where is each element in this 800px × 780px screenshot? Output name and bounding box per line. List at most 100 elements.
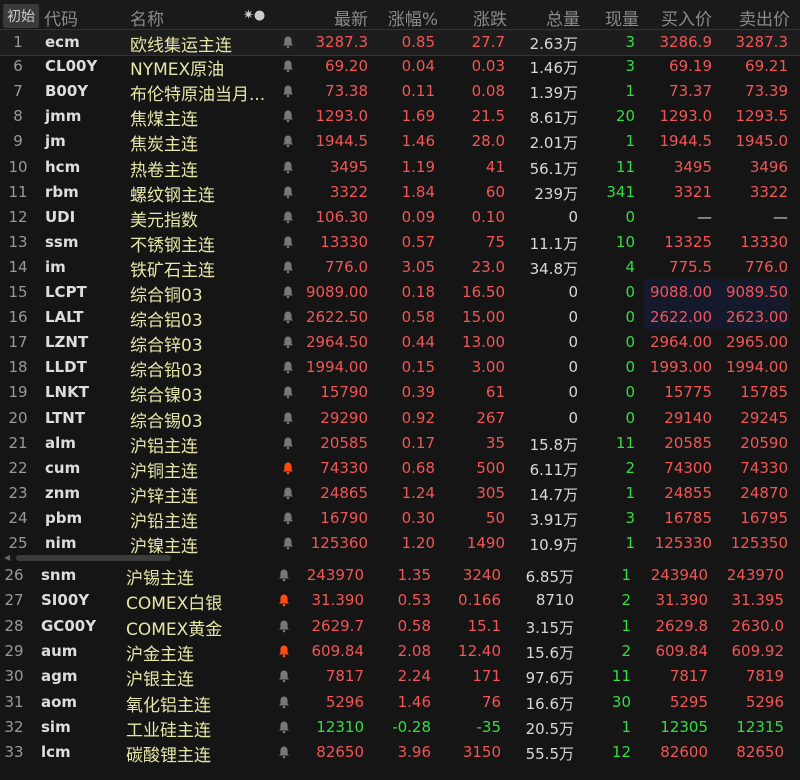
alert-bell-icon[interactable] xyxy=(281,310,295,324)
alert-bell-icon[interactable] xyxy=(281,486,295,500)
alert-bell-icon[interactable] xyxy=(281,134,295,148)
bid-price: 29140 xyxy=(664,408,712,427)
table-row[interactable]: 18 LLDT 综合铅03 1994.00 0.15 3.00 0 0 1993.00 1994.… xyxy=(0,355,800,382)
ask-price: 3287.3 xyxy=(735,33,789,51)
ask-price: 12315 xyxy=(736,717,784,736)
alert-bell-icon[interactable] xyxy=(277,568,291,582)
table-row[interactable]: 23 znm 沪锌主连 24865 1.24 305 14.7万 1 24855 24870 xyxy=(0,481,800,507)
bid-price: 82600 xyxy=(660,743,708,762)
alert-bell-icon[interactable] xyxy=(281,235,295,249)
symbol-name: 综合铅03 xyxy=(130,361,203,382)
table-row[interactable]: 6 CL00Y NYMEX原油 69.20 0.04 0.03 1.46万 3 69.19 69.… xyxy=(0,54,800,81)
col-cur[interactable]: 现量 xyxy=(605,5,639,30)
table-row[interactable]: 12 UDI 美元指数 106.30 0.09 0.10 0 0 — — xyxy=(0,205,800,231)
ask-price: 69.21 xyxy=(745,57,788,76)
table-row[interactable]: 30 agm 沪银主连 7817 2.24 171 97.6万 11 7817 7819 xyxy=(0,664,796,690)
alert-bell-icon[interactable] xyxy=(277,619,291,633)
last-price: 69.20 xyxy=(325,57,368,76)
alert-bell-icon[interactable] xyxy=(281,360,295,374)
row-index: 20 xyxy=(8,408,28,427)
change: 267 xyxy=(476,408,505,427)
col-name[interactable]: 名称 xyxy=(130,5,164,30)
alert-bell-icon[interactable] xyxy=(277,669,291,683)
alert-bell-icon[interactable] xyxy=(281,59,295,73)
col-bid[interactable]: 买入价 xyxy=(661,5,712,30)
table-row[interactable]: 10 hcm 热卷主连 3495 1.19 41 56.1万 11 3495 3496 xyxy=(0,155,800,181)
alert-bell-icon[interactable] xyxy=(281,385,295,399)
scrollbar-thumb[interactable] xyxy=(16,555,171,561)
alert-bell-icon[interactable] xyxy=(281,210,295,224)
alert-bell-icon[interactable] xyxy=(281,285,295,299)
settings-icon[interactable]: ✷● xyxy=(243,8,265,23)
table-row[interactable]: 26 snm 沪锡主连 243970 1.35 3240 6.85万 1 243940 24397… xyxy=(0,563,796,589)
symbol-code: znm xyxy=(45,483,81,502)
alert-bell-icon[interactable] xyxy=(281,109,295,123)
alert-bell-icon[interactable] xyxy=(281,35,295,49)
alert-bell-icon[interactable] xyxy=(277,720,291,734)
change: 21.5 xyxy=(471,107,505,126)
row-index: 33 xyxy=(4,743,24,762)
alert-bell-icon[interactable] xyxy=(281,511,295,525)
col-code[interactable]: 代码 xyxy=(44,5,78,30)
alert-bell-icon[interactable] xyxy=(281,436,295,450)
alert-bell-icon[interactable] xyxy=(281,160,295,174)
change-pct: 1.35 xyxy=(397,566,431,584)
table-row[interactable]: 24 pbm 沪铅主连 16790 0.30 50 3.91万 3 16785 16795 xyxy=(0,506,800,532)
horizontal-scrollbar[interactable]: ◀ xyxy=(4,553,800,563)
ask-price: 15785 xyxy=(740,383,788,402)
table-row[interactable]: 33 lcm 碳酸锂主连 82650 3.96 3150 55.5万 12 82600 82650 xyxy=(0,740,796,766)
alert-bell-icon[interactable] xyxy=(281,335,295,349)
volume: 0 xyxy=(568,308,578,327)
table-row[interactable]: 16 LALT 综合铝03 2622.50 0.58 15.00 0 0 2622.00 2623… xyxy=(0,305,800,331)
col-last[interactable]: 最新 xyxy=(334,5,368,30)
table-row[interactable]: 15 LCPT 综合铜03 9089.00 0.18 16.50 0 0 9088.00 9089… xyxy=(0,280,800,306)
row-index: 12 xyxy=(8,207,28,226)
col-pct[interactable]: 涨幅% xyxy=(388,5,438,30)
symbol-code: aum xyxy=(41,641,78,660)
table-row[interactable]: 9 jm 焦炭主连 1944.5 1.46 28.0 2.01万 1 1944.5 1945.0 xyxy=(0,129,800,155)
table-row[interactable]: 19 LNKT 综合镍03 15790 0.39 61 0 0 15775 15785 xyxy=(0,380,800,406)
col-ask[interactable]: 卖出价 xyxy=(739,5,790,30)
alert-bell-icon[interactable] xyxy=(281,536,295,550)
symbol-code: CL00Y xyxy=(45,57,98,76)
symbol-name: NYMEX原油 xyxy=(130,60,225,81)
table-row[interactable]: 20 LTNT 综合锡03 29290 0.92 267 0 0 29140 29245 xyxy=(0,406,800,432)
table-row[interactable]: 17 LZNT 综合锌03 2964.50 0.44 13.00 0 0 2964.00 2965… xyxy=(0,330,800,356)
reset-button[interactable]: 初始 xyxy=(3,4,39,28)
table-row[interactable]: 29 aum 沪金主连 609.84 2.08 12.40 15.6万 2 609.84 609.… xyxy=(0,639,796,665)
change-pct: 0.18 xyxy=(401,283,435,301)
table-row[interactable]: 22 cum 沪铜主连 74330 0.68 500 6.11万 2 74300 74330 xyxy=(0,456,800,482)
table-row[interactable]: 14 im 铁矿石主连 776.0 3.05 23.0 34.8万 4 775.5 776.0 xyxy=(0,255,800,281)
row-index: 25 xyxy=(8,534,28,552)
table-row[interactable]: 13 ssm 不锈钢主连 13330 0.57 75 11.1万 10 13325 13330 xyxy=(0,230,800,256)
table-row[interactable]: 31 aom 氧化铝主连 5296 1.46 76 16.6万 30 5295 5296 xyxy=(0,690,796,716)
alert-bell-icon[interactable] xyxy=(277,593,291,607)
table-row[interactable]: 27 SI00Y COMEX白银 31.390 0.53 0.166 8710 2 31.390… xyxy=(0,588,796,614)
alert-bell-icon[interactable] xyxy=(277,644,291,658)
table-row[interactable]: 11 rbm 螺纹钢主连 3322 1.84 60 239万 341 3321 3322 xyxy=(0,180,800,206)
table-row[interactable]: 21 alm 沪铝主连 20585 0.17 35 15.8万 11 20585 20590 xyxy=(0,431,800,457)
table-row[interactable]: 8 jmm 焦煤主连 1293.0 1.69 21.5 8.61万 20 1293.0 1293.… xyxy=(0,104,800,130)
last-price: 1944.5 xyxy=(315,132,369,151)
change: 0.03 xyxy=(471,57,505,76)
alert-bell-icon[interactable] xyxy=(281,461,295,475)
volume: 11.1万 xyxy=(529,234,578,253)
col-vol[interactable]: 总量 xyxy=(546,5,580,30)
alert-bell-icon[interactable] xyxy=(277,695,291,709)
alert-bell-icon[interactable] xyxy=(281,84,295,98)
alert-bell-icon[interactable] xyxy=(277,745,291,759)
alert-bell-icon[interactable] xyxy=(281,260,295,274)
alert-bell-icon[interactable] xyxy=(281,185,295,199)
scroll-left-icon[interactable]: ◀ xyxy=(4,553,10,562)
table-row[interactable]: 28 GC00Y COMEX黄金 2629.7 0.58 15.1 3.15万 1 2629.8… xyxy=(0,614,796,640)
symbol-code: jm xyxy=(45,132,66,151)
ask-price: 1293.5 xyxy=(735,107,789,126)
current-volume: 3 xyxy=(625,508,635,527)
table-row[interactable]: 1 ecm 欧线集运主连 3287.3 0.85 27.7 2.63万 3 3286.9 3287… xyxy=(0,29,800,56)
table-row[interactable]: 7 B00Y 布伦特原油当月... 73.38 0.11 0.08 1.39万 1 73.37 7… xyxy=(0,79,800,105)
last-price: 1994.00 xyxy=(305,358,368,377)
change-pct: 2.24 xyxy=(397,667,431,686)
table-row[interactable]: 32 sim 工业硅主连 12310 -0.28 -35 20.5万 1 12305 12315 xyxy=(0,715,796,741)
col-chg[interactable]: 涨跌 xyxy=(473,5,507,30)
alert-bell-icon[interactable] xyxy=(281,411,295,425)
